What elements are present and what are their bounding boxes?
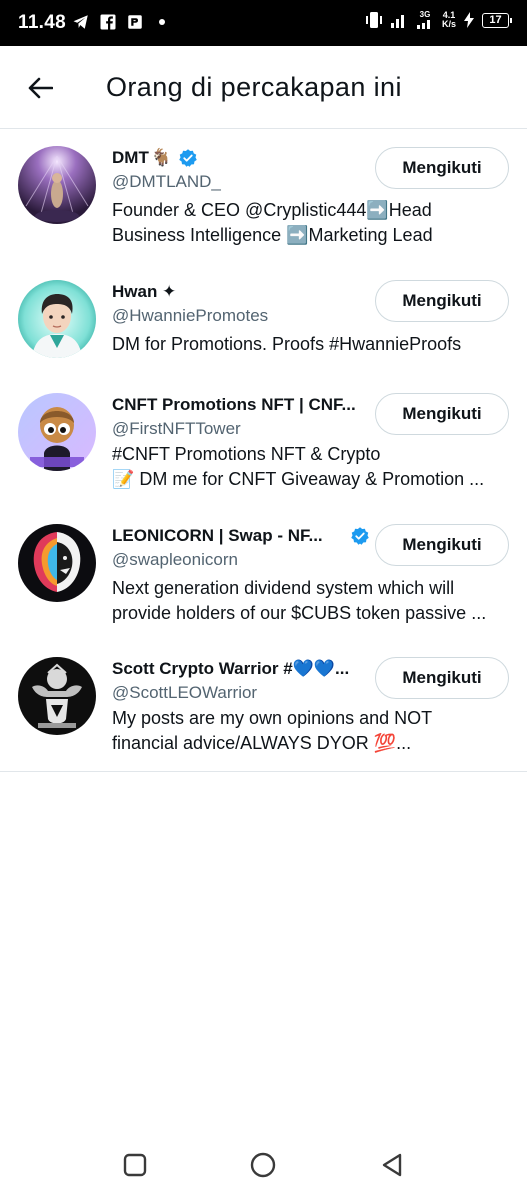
following-button[interactable]: Mengikuti bbox=[375, 657, 509, 699]
following-button[interactable]: Mengikuti bbox=[375, 147, 509, 189]
bio-line: Next generation dividend system which wi… bbox=[112, 578, 455, 598]
app-notification-icon bbox=[128, 15, 142, 29]
home-button[interactable] bbox=[248, 1150, 278, 1180]
name-line: DMT 🐐 bbox=[112, 146, 366, 170]
signal-icon bbox=[390, 15, 404, 28]
user-name: Scott Crypto Warrior #💙💙... bbox=[112, 659, 350, 678]
user-row[interactable]: DMT 🐐 @DMTLAND_ Founder & CEO @Cryplisti… bbox=[0, 130, 527, 264]
name-line: Hwan ✦ bbox=[112, 280, 366, 304]
avatar[interactable] bbox=[18, 657, 96, 735]
bio-line: Founder & CEO @Cryplistic444➡️Head bbox=[112, 200, 432, 220]
bio-line: #CNFT Promotions NFT & Crypto bbox=[112, 444, 381, 464]
bio-line: DM for Promotions. Proofs #HwannieProofs bbox=[112, 334, 462, 354]
triangle-back-icon bbox=[382, 1153, 402, 1177]
status-bar: 11.48 3G 4.1 K/s 17 bbox=[0, 0, 527, 46]
user-name: CNFT Promotions NFT | CNF... bbox=[112, 395, 356, 414]
avatar[interactable] bbox=[18, 393, 96, 471]
more-notifications-dot bbox=[159, 19, 165, 25]
bio-line: 📝 DM me for CNFT Giveaway & Promotion ..… bbox=[112, 469, 485, 489]
bio-line: financial advice/ALWAYS DYOR 💯... bbox=[112, 733, 412, 753]
user-bio: #CNFT Promotions NFT & Crypto 📝 DM me fo… bbox=[112, 442, 510, 492]
square-icon bbox=[123, 1153, 147, 1177]
status-time: 11.48 bbox=[18, 12, 66, 33]
user-bio: My posts are my own opinions and NOT fin… bbox=[112, 706, 510, 756]
user-row[interactable]: Hwan ✦ @HwanniePromotes DM for Promotion… bbox=[0, 264, 527, 377]
verified-badge-icon bbox=[351, 527, 369, 545]
system-indicators: 3G 4.1 K/s 17 bbox=[365, 11, 512, 29]
recents-button[interactable] bbox=[120, 1150, 150, 1180]
network-type: 3G bbox=[419, 10, 431, 19]
name-emoji: 🐐 bbox=[150, 148, 172, 167]
user-bio: DM for Promotions. Proofs #HwannieProofs bbox=[112, 332, 510, 357]
user-row[interactable]: CNFT Promotions NFT | CNF... @FirstNFTTo… bbox=[0, 377, 527, 508]
avatar-image-scott bbox=[18, 657, 96, 735]
avatar[interactable] bbox=[18, 146, 96, 224]
following-button[interactable]: Mengikuti bbox=[375, 393, 509, 435]
user-row[interactable]: Scott Crypto Warrior #💙💙... @ScottLEOWar… bbox=[0, 641, 527, 771]
signal-3g-indicator: 3G bbox=[416, 11, 434, 29]
name-line: LEONICORN | Swap - NF... bbox=[112, 524, 370, 548]
avatar-image-leonicorn bbox=[18, 524, 96, 602]
avatar[interactable] bbox=[18, 280, 96, 358]
avatar[interactable] bbox=[18, 524, 96, 602]
arrow-left-icon bbox=[28, 77, 53, 99]
avatar-image-cnft bbox=[18, 393, 96, 471]
system-back-button[interactable] bbox=[377, 1150, 407, 1180]
user-name: LEONICORN | Swap - NF... bbox=[112, 526, 323, 545]
user-bio: Founder & CEO @Cryplistic444➡️Head Busin… bbox=[112, 198, 510, 248]
facebook-icon bbox=[100, 14, 116, 30]
user-name: Hwan ✦ bbox=[112, 282, 177, 301]
page-header: Orang di percakapan ini bbox=[0, 46, 527, 129]
system-nav-bar bbox=[0, 1130, 527, 1200]
charging-bolt-icon bbox=[464, 12, 474, 28]
name-line: CNFT Promotions NFT | CNF... bbox=[112, 393, 366, 417]
back-button[interactable] bbox=[22, 70, 58, 106]
bio-line: Business Intelligence ➡️Marketing Lead bbox=[112, 225, 433, 245]
following-button[interactable]: Mengikuti bbox=[375, 280, 509, 322]
circle-icon bbox=[250, 1152, 276, 1178]
user-name: DMT bbox=[112, 148, 149, 167]
vibrate-icon bbox=[365, 12, 382, 28]
battery-level: 17 bbox=[482, 12, 512, 28]
user-bio: Next generation dividend system which wi… bbox=[112, 576, 510, 626]
verified-badge-icon bbox=[179, 149, 197, 167]
user-row[interactable]: LEONICORN | Swap - NF... @swapleonicorn … bbox=[0, 508, 527, 641]
avatar-image-dmt bbox=[18, 146, 96, 224]
notification-icons bbox=[72, 13, 165, 31]
network-speed: 4.1 K/s bbox=[442, 11, 456, 29]
speed-unit: K/s bbox=[441, 19, 456, 29]
telegram-icon bbox=[73, 15, 88, 29]
avatar-image-hwan bbox=[18, 280, 96, 358]
bio-line: provide holders of our $CUBS token passi… bbox=[112, 603, 487, 623]
following-button[interactable]: Mengikuti bbox=[375, 524, 509, 566]
page-title: Orang di percakapan ini bbox=[106, 72, 402, 102]
bio-line: My posts are my own opinions and NOT bbox=[112, 708, 433, 728]
list-divider bbox=[0, 771, 527, 772]
signal-3g-icon bbox=[416, 20, 430, 29]
name-line: Scott Crypto Warrior #💙💙... bbox=[112, 657, 366, 681]
